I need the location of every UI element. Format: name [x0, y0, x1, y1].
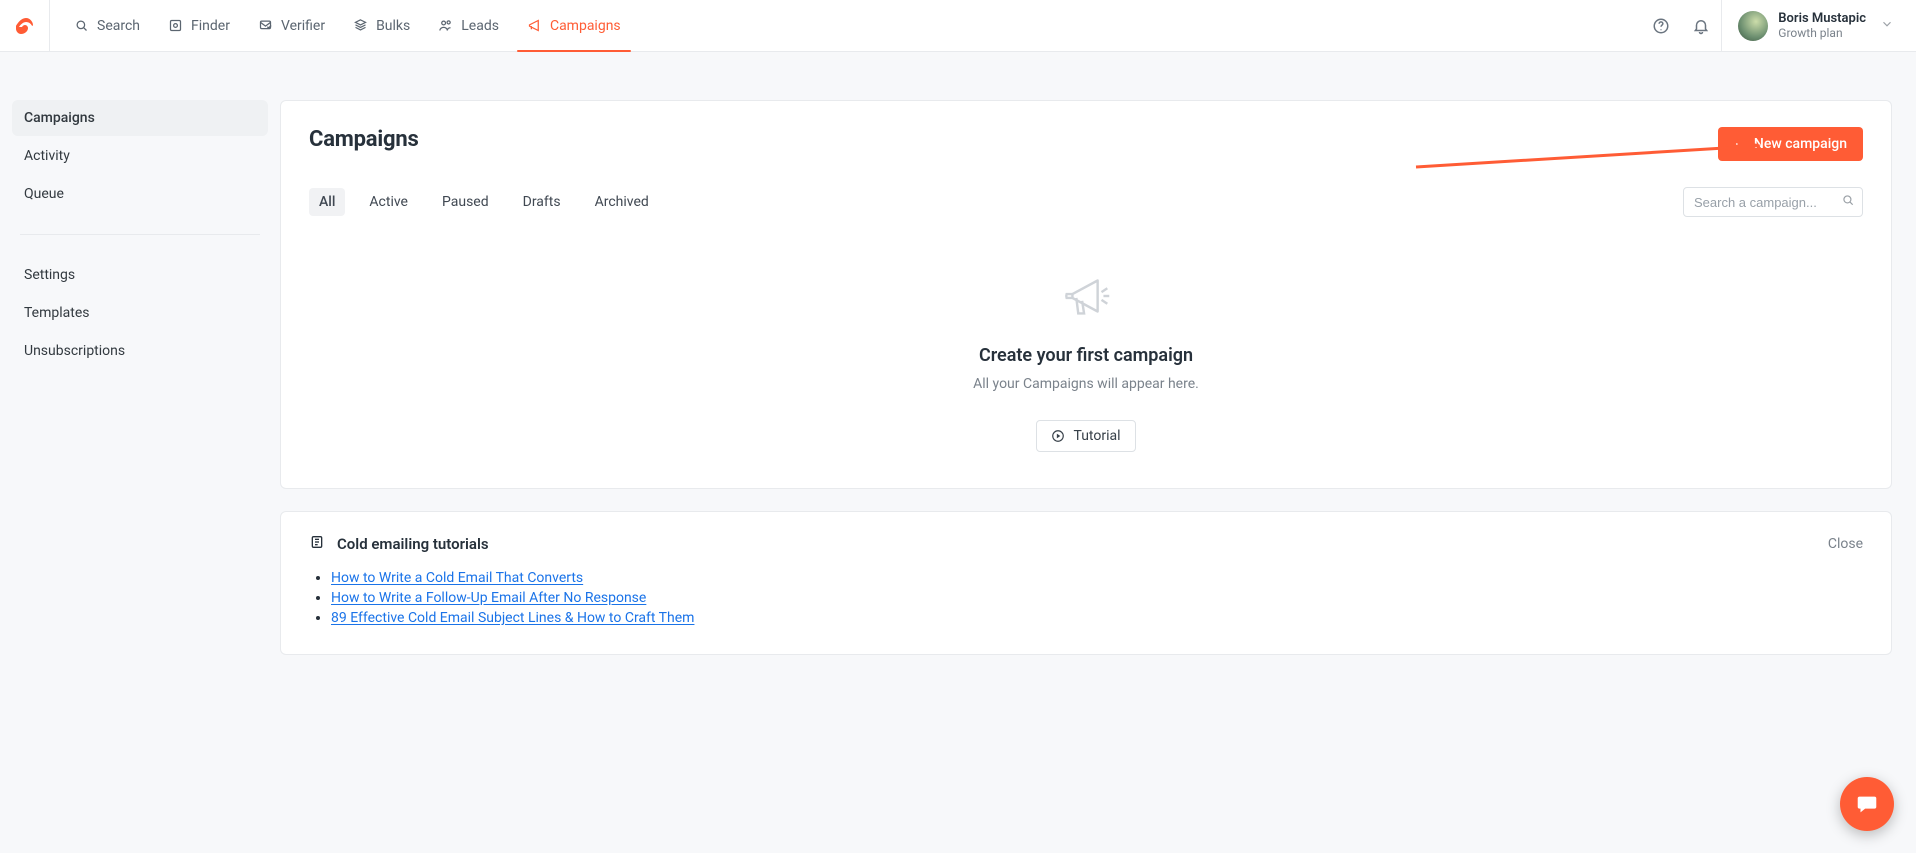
nav-leads[interactable]: Leads	[424, 0, 513, 51]
chevron-down-icon	[1880, 17, 1894, 35]
tutorials-close[interactable]: Close	[1828, 536, 1863, 552]
nav-leads-label: Leads	[461, 18, 499, 34]
bulks-icon	[353, 18, 368, 33]
help-icon	[1652, 17, 1670, 35]
tab-drafts[interactable]: Drafts	[513, 188, 571, 216]
sidebar-item-queue[interactable]: Queue	[12, 176, 268, 212]
nav-finder[interactable]: Finder	[154, 0, 244, 51]
new-campaign-button[interactable]: New campaign	[1718, 127, 1863, 161]
help-button[interactable]	[1641, 0, 1681, 51]
campaigns-card: Campaigns New campaign All Active Paused…	[280, 100, 1892, 489]
nav-campaigns[interactable]: Campaigns	[513, 0, 635, 51]
leads-icon	[438, 18, 453, 33]
profile-name: Boris Mustapic	[1778, 11, 1866, 27]
tutorial-link[interactable]: How to Write a Follow-Up Email After No …	[331, 590, 646, 606]
list-item: How to Write a Follow-Up Email After No …	[331, 590, 1863, 606]
list-item: How to Write a Cold Email That Converts	[331, 570, 1863, 586]
tutorials-card: Cold emailing tutorials Close How to Wri…	[280, 511, 1892, 655]
main-column: Campaigns New campaign All Active Paused…	[280, 52, 1916, 679]
play-circle-icon	[1051, 429, 1065, 443]
sidebar-item-activity[interactable]: Activity	[12, 138, 268, 174]
chat-icon	[1854, 791, 1880, 817]
tutorials-title: Cold emailing tutorials	[337, 535, 489, 553]
filter-tabs: All Active Paused Drafts Archived	[309, 188, 659, 216]
tab-archived[interactable]: Archived	[585, 188, 659, 216]
sidebar-item-templates[interactable]: Templates	[12, 295, 268, 331]
nav-campaigns-label: Campaigns	[550, 18, 621, 34]
app-logo[interactable]	[0, 0, 50, 51]
empty-title: Create your first campaign	[979, 345, 1193, 366]
search-icon	[1841, 193, 1855, 211]
avatar	[1738, 11, 1768, 41]
nav-verifier-label: Verifier	[281, 18, 325, 34]
nav-search-label: Search	[97, 18, 140, 34]
hunter-logo-icon	[13, 14, 37, 38]
tutorial-button[interactable]: Tutorial	[1036, 420, 1135, 452]
nav-bulks[interactable]: Bulks	[339, 0, 424, 51]
sidebar-item-campaigns[interactable]: Campaigns	[12, 100, 268, 136]
tab-paused[interactable]: Paused	[432, 188, 499, 216]
plus-icon	[1734, 138, 1746, 150]
sidebar-item-settings[interactable]: Settings	[12, 257, 268, 293]
campaign-search-input[interactable]	[1683, 187, 1863, 217]
topbar-right: Boris Mustapic Growth plan	[1641, 0, 1916, 51]
empty-state: Create your first campaign All your Camp…	[309, 265, 1863, 452]
chat-launcher[interactable]	[1840, 777, 1894, 831]
bell-icon	[1692, 17, 1710, 35]
sidebar-item-unsubscriptions[interactable]: Unsubscriptions	[12, 333, 268, 369]
tutorial-button-label: Tutorial	[1073, 428, 1120, 444]
nav-verifier[interactable]: Verifier	[244, 0, 339, 51]
profile-plan: Growth plan	[1778, 26, 1866, 40]
empty-subtitle: All your Campaigns will appear here.	[973, 376, 1199, 392]
sidebar: Campaigns Activity Queue Settings Templa…	[0, 52, 280, 383]
tab-active[interactable]: Active	[359, 188, 418, 216]
notifications-button[interactable]	[1681, 0, 1721, 51]
page-title: Campaigns	[309, 127, 419, 152]
search-icon	[74, 18, 89, 33]
tutorial-link[interactable]: How to Write a Cold Email That Converts	[331, 570, 583, 586]
profile-menu[interactable]: Boris Mustapic Growth plan	[1721, 0, 1902, 51]
topbar: Search Finder Verifier Bulks Leads	[0, 0, 1916, 52]
tutorial-link[interactable]: 89 Effective Cold Email Subject Lines & …	[331, 610, 694, 626]
nav-finder-label: Finder	[191, 18, 230, 34]
new-campaign-label: New campaign	[1754, 136, 1847, 152]
campaigns-icon	[527, 18, 542, 33]
list-item: 89 Effective Cold Email Subject Lines & …	[331, 610, 1863, 626]
tutorials-list: How to Write a Cold Email That Converts …	[309, 570, 1863, 626]
tab-all[interactable]: All	[309, 188, 345, 216]
top-nav: Search Finder Verifier Bulks Leads	[50, 0, 635, 51]
nav-search[interactable]: Search	[60, 0, 154, 51]
verifier-icon	[258, 18, 273, 33]
nav-bulks-label: Bulks	[376, 18, 410, 34]
finder-icon	[168, 18, 183, 33]
megaphone-icon	[1055, 265, 1117, 331]
sidebar-divider	[20, 234, 260, 235]
book-icon	[309, 534, 325, 554]
